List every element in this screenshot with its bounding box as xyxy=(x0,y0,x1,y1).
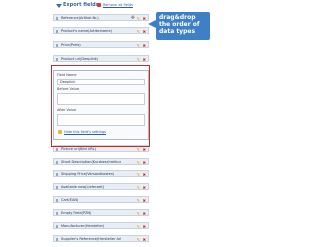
remove-all-link[interactable]: Remove all fields xyxy=(103,3,133,7)
pencil-icon[interactable]: ✎ xyxy=(137,16,140,21)
field-row[interactable]: Price(Preis) ✎ ✖ xyxy=(53,41,149,48)
drag-handle-icon[interactable] xyxy=(56,29,58,33)
delete-icon[interactable]: ✖ xyxy=(143,160,146,165)
field-label: Manufacturer(Hersteller) xyxy=(61,223,105,228)
delete-icon[interactable]: ✖ xyxy=(143,211,146,216)
drag-drop-callout: drag&drop the order of data types xyxy=(156,12,210,40)
delete-icon[interactable]: ✖ xyxy=(143,172,146,177)
field-row[interactable]: Product url(Deeplink) ✎ ✖ xyxy=(53,55,149,62)
field-row[interactable]: Product's name(Artikelname) ✎ ✖ xyxy=(53,27,149,34)
field-row[interactable]: Short Description(Kurzbeschreibung) ✎ ✖ xyxy=(53,158,149,165)
delete-icon[interactable]: ✖ xyxy=(143,224,146,229)
delete-icon[interactable]: ✖ xyxy=(143,57,146,62)
move-icon[interactable]: ✥ xyxy=(131,15,135,21)
field-row[interactable]: Empty Field(PZN) ✎ ✖ xyxy=(53,209,149,216)
field-row[interactable]: Cart(EAN) ✎ ✖ xyxy=(53,196,149,203)
field-label: Picture url(Bild URL) xyxy=(61,146,97,151)
remove-all-icon[interactable] xyxy=(97,3,101,7)
field-label: Supplier's Reference(Hersteller ArtNr) xyxy=(61,236,121,241)
field-row[interactable]: Manufacturer(Hersteller) ✎ ✖ xyxy=(53,222,149,229)
field-label: Short Description(Kurzbeschreibung) xyxy=(61,159,121,164)
pencil-icon[interactable]: ✎ xyxy=(137,43,140,48)
delete-icon[interactable]: ✖ xyxy=(143,147,146,152)
field-label: Shipping Price(Versandkosten) xyxy=(61,171,115,176)
drag-handle-icon[interactable] xyxy=(56,57,58,61)
field-label: Available now(Lieferzeit) xyxy=(61,184,105,189)
delete-icon[interactable]: ✖ xyxy=(143,198,146,203)
pencil-icon[interactable]: ✎ xyxy=(137,198,140,203)
pencil-icon[interactable]: ✎ xyxy=(137,237,140,242)
pencil-icon[interactable]: ✎ xyxy=(137,147,140,152)
drag-handle-icon[interactable] xyxy=(56,147,58,151)
drag-handle-icon[interactable] xyxy=(56,172,58,176)
field-row[interactable]: Available now(Lieferzeit) ✎ ✖ xyxy=(53,183,149,190)
field-row[interactable]: Reference(Artikel-Nr.) ✥ ✎ ✖ xyxy=(53,14,149,21)
export-fields-title: Export fields xyxy=(63,2,99,8)
pencil-icon[interactable]: ✎ xyxy=(137,160,140,165)
pencil-icon[interactable]: ✎ xyxy=(137,211,140,216)
pencil-icon[interactable]: ✎ xyxy=(137,185,140,190)
drag-handle-icon[interactable] xyxy=(56,224,58,228)
export-fields-header: Export fields Remove all fields xyxy=(53,2,149,10)
pencil-icon[interactable]: ✎ xyxy=(137,172,140,177)
field-label: Product url(Deeplink) xyxy=(61,56,99,61)
drag-handle-icon[interactable] xyxy=(56,237,58,241)
drag-handle-icon[interactable] xyxy=(56,211,58,215)
field-label: Empty Field(PZN) xyxy=(61,210,92,215)
delete-icon[interactable]: ✖ xyxy=(143,29,146,34)
delete-icon[interactable]: ✖ xyxy=(143,43,146,48)
delete-icon[interactable]: ✖ xyxy=(143,16,146,21)
field-label: Reference(Artikel-Nr.) xyxy=(61,15,99,20)
delete-icon[interactable]: ✖ xyxy=(143,237,146,242)
drag-handle-icon[interactable] xyxy=(56,185,58,189)
delete-icon[interactable]: ✖ xyxy=(143,185,146,190)
drag-handle-icon[interactable] xyxy=(56,43,58,47)
drag-handle-icon[interactable] xyxy=(56,160,58,164)
callout-arrow-icon xyxy=(148,20,156,28)
field-row[interactable]: Shipping Price(Versandkosten) ✎ ✖ xyxy=(53,170,149,177)
field-label: Price(Preis) xyxy=(61,42,81,47)
field-label: Product's name(Artikelname) xyxy=(61,28,112,33)
field-row[interactable]: Supplier's Reference(Hersteller ArtNr) ✎… xyxy=(53,235,149,242)
drag-handle-icon[interactable] xyxy=(56,198,58,202)
collapse-triangle-icon[interactable] xyxy=(56,4,62,8)
pencil-icon[interactable]: ✎ xyxy=(137,224,140,229)
highlight-frame xyxy=(51,65,150,147)
pencil-icon[interactable]: ✎ xyxy=(137,57,140,62)
field-label: Cart(EAN) xyxy=(61,197,79,202)
drag-handle-icon[interactable] xyxy=(56,16,58,20)
pencil-icon[interactable]: ✎ xyxy=(137,29,140,34)
